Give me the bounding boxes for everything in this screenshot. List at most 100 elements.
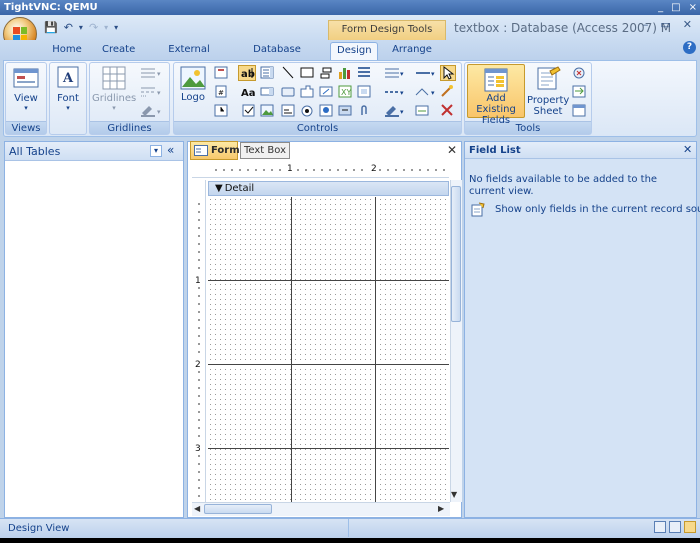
vertical-scroll-thumb[interactable] bbox=[451, 186, 461, 322]
contextual-tab-label: Form Design Tools bbox=[328, 20, 446, 40]
font-button[interactable]: A Font ▾ bbox=[51, 66, 85, 112]
tab-arrange[interactable]: Arrange bbox=[386, 42, 438, 60]
rectangle-icon[interactable] bbox=[300, 66, 314, 79]
unbound-object-icon[interactable] bbox=[281, 104, 295, 117]
nav-dropdown-icon[interactable]: ▾ bbox=[150, 145, 162, 157]
text-box-tooltip: Text Box bbox=[240, 142, 290, 159]
horizontal-scroll-thumb[interactable] bbox=[204, 504, 272, 514]
page-break-icon[interactable] bbox=[319, 66, 333, 79]
form-close-icon[interactable]: ✕ bbox=[447, 143, 457, 157]
line-icon[interactable] bbox=[281, 66, 295, 79]
tab-database-tools[interactable]: Database Tools bbox=[236, 42, 318, 71]
view-code-icon[interactable] bbox=[572, 66, 586, 79]
gridlines-color-icon[interactable]: ▾ bbox=[139, 104, 161, 117]
line-type-icon[interactable]: ▾ bbox=[414, 66, 436, 79]
help-icon[interactable]: ? bbox=[683, 41, 696, 54]
vnc-title-bar: TightVNC: QEMU bbox=[0, 0, 700, 15]
design-view-icon[interactable] bbox=[684, 521, 696, 533]
set-control-defaults-icon[interactable] bbox=[414, 104, 436, 117]
undo-dropdown-icon[interactable]: ▾ bbox=[79, 23, 83, 32]
toggle-button-icon[interactable] bbox=[338, 104, 352, 117]
text-box-tool-button[interactable]: ab bbox=[238, 65, 256, 81]
convert-macros-icon[interactable] bbox=[572, 85, 586, 98]
vnc-close-button[interactable]: × bbox=[689, 0, 697, 15]
line-color-icon[interactable]: ▾ bbox=[383, 104, 405, 117]
subform-icon[interactable] bbox=[357, 85, 371, 98]
minimize-button[interactable]: – bbox=[643, 18, 649, 31]
restore-button[interactable]: ▭ bbox=[660, 18, 670, 31]
design-grid[interactable] bbox=[208, 197, 449, 502]
add-existing-fields-button[interactable]: Add Existing Fields bbox=[467, 64, 525, 126]
vnc-minimize-button[interactable]: _ bbox=[658, 0, 663, 15]
nav-pane-title: All Tables bbox=[9, 145, 61, 158]
line-thickness-icon[interactable]: ▾ bbox=[383, 66, 405, 79]
gridlines-group-label: Gridlines bbox=[90, 121, 169, 134]
select-pointer-icon[interactable] bbox=[440, 65, 456, 81]
insert-row-icon[interactable] bbox=[357, 66, 371, 79]
control-wizards-icon[interactable] bbox=[440, 84, 456, 100]
view-button[interactable]: View ▾ bbox=[8, 66, 44, 112]
scroll-down-icon[interactable]: ▼ bbox=[451, 490, 457, 499]
attachment-icon[interactable] bbox=[357, 104, 371, 117]
tab-create[interactable]: Create bbox=[96, 42, 140, 60]
label-icon[interactable]: Aa bbox=[240, 85, 258, 99]
form-view-icon[interactable] bbox=[654, 521, 666, 533]
vertical-ruler: 1 2 3 bbox=[192, 180, 206, 502]
vnc-window-controls: _ □ × bbox=[658, 0, 697, 15]
save-icon[interactable]: 💾 bbox=[44, 21, 58, 34]
line-width-icon[interactable]: ▾ bbox=[383, 85, 405, 98]
ruler-v-label-2: 2 bbox=[195, 360, 201, 370]
svg-text:A: A bbox=[62, 71, 74, 86]
redo-dropdown-icon[interactable]: ▾ bbox=[104, 23, 108, 32]
scroll-left-icon[interactable]: ◀ bbox=[194, 504, 200, 513]
grid-line bbox=[375, 197, 376, 502]
title-icon[interactable] bbox=[214, 66, 228, 79]
date-time-icon[interactable] bbox=[214, 104, 228, 117]
show-current-source-fields-link[interactable]: Show only fields in the current record s… bbox=[495, 204, 700, 216]
form-icon bbox=[194, 145, 208, 156]
special-effect-icon[interactable]: ▾ bbox=[414, 85, 436, 98]
layout-view-icon[interactable] bbox=[669, 521, 681, 533]
status-text: Design View bbox=[8, 523, 70, 534]
redo-icon[interactable]: ↷ bbox=[89, 21, 98, 34]
detail-section-header[interactable]: ▼ Detail bbox=[208, 181, 449, 196]
activex-control-icon[interactable] bbox=[440, 103, 456, 119]
button-icon[interactable] bbox=[281, 85, 295, 98]
nav-collapse-icon[interactable]: « bbox=[167, 143, 174, 157]
option-button-icon[interactable] bbox=[300, 104, 314, 117]
scroll-right-icon[interactable]: ▶ bbox=[438, 504, 444, 513]
gridlines-width-icon[interactable]: ▾ bbox=[139, 66, 161, 79]
logo-icon bbox=[179, 65, 207, 90]
view-switcher bbox=[654, 521, 696, 533]
page-numbers-icon[interactable]: # bbox=[214, 85, 228, 98]
tab-external-data[interactable]: External Data bbox=[152, 42, 226, 71]
list-box-icon[interactable] bbox=[260, 66, 274, 79]
tab-control-icon[interactable] bbox=[300, 85, 314, 98]
grid-line bbox=[291, 197, 292, 502]
screen-bottom-edge bbox=[0, 538, 700, 543]
option-group-icon[interactable]: XY bbox=[338, 85, 352, 98]
bound-object-icon[interactable] bbox=[319, 104, 333, 117]
chart-icon[interactable] bbox=[338, 66, 352, 79]
subform-new-window-icon[interactable] bbox=[572, 104, 586, 117]
close-button[interactable]: ✕ bbox=[683, 18, 692, 31]
hyperlink-icon[interactable] bbox=[319, 85, 333, 98]
property-sheet-button[interactable]: Property Sheet bbox=[527, 65, 569, 117]
customize-qat-icon[interactable]: ▾ bbox=[114, 23, 118, 32]
field-list-close-icon[interactable]: ✕ bbox=[683, 143, 692, 156]
tab-home[interactable]: Home bbox=[46, 42, 88, 60]
view-label: View bbox=[14, 93, 38, 104]
tab-design[interactable]: Design bbox=[330, 42, 378, 60]
svg-text:▾: ▾ bbox=[157, 89, 161, 97]
svg-text:▾: ▾ bbox=[431, 89, 435, 97]
gridlines-style-icon[interactable]: ▾ bbox=[139, 85, 161, 98]
vnc-maximize-button[interactable]: □ bbox=[671, 0, 680, 15]
logo-button[interactable]: Logo bbox=[176, 65, 210, 103]
check-box-icon[interactable] bbox=[242, 104, 256, 117]
quick-access-toolbar: 💾 ↶ ▾ ↷ ▾ ▾ bbox=[44, 18, 118, 36]
combo-box-icon[interactable] bbox=[260, 85, 274, 98]
gridlines-button[interactable]: Gridlines ▾ bbox=[92, 66, 136, 112]
grid-line bbox=[208, 280, 449, 281]
undo-icon[interactable]: ↶ bbox=[64, 21, 73, 34]
image-icon[interactable] bbox=[260, 104, 274, 117]
